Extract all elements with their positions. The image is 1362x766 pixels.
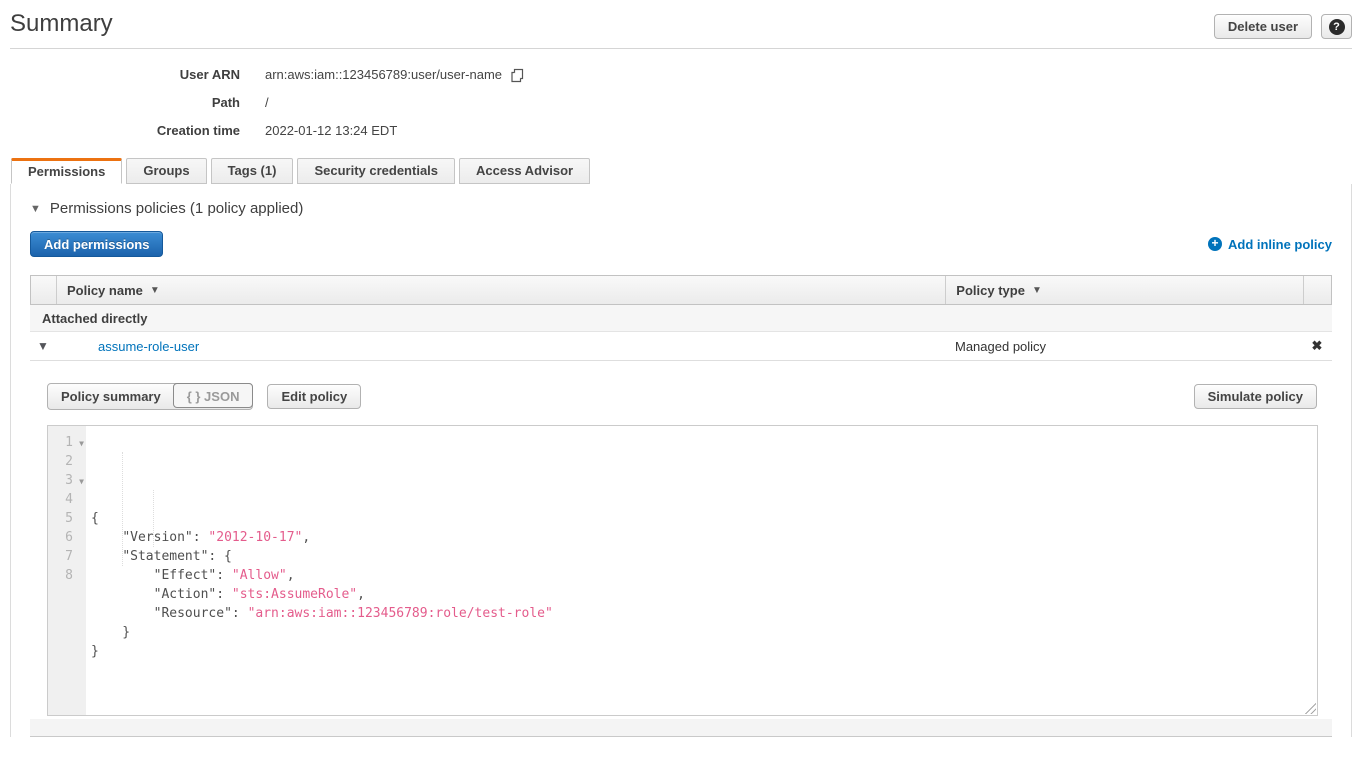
json-editor-gutter: 1▼23▼45678 [48, 426, 86, 715]
add-inline-policy-link[interactable]: + Add inline policy [1208, 237, 1332, 252]
code-line: } [91, 623, 1317, 642]
permissions-policies-title: Permissions policies (1 policy applied) [50, 200, 303, 217]
policies-table: Policy name ▼ Policy type ▼ Attached dir… [30, 275, 1332, 737]
policy-name-link[interactable]: assume-role-user [98, 339, 199, 354]
policy-view-switcher: Policy summary { } JSON Edit policy [47, 383, 361, 410]
line-number: 2 [48, 452, 86, 471]
policy-name-cell: assume-role-user [56, 339, 945, 354]
indent-guide [122, 452, 123, 566]
code-line: } [91, 642, 1317, 661]
x-icon: ✖ [1312, 338, 1323, 353]
path-value: / [265, 89, 269, 117]
plus-icon: + [1208, 237, 1222, 251]
creation-time-row: Creation time 2022-01-12 13:24 EDT [0, 117, 1362, 145]
line-number: 7 [48, 547, 86, 566]
edit-policy-button[interactable]: Edit policy [267, 384, 361, 409]
chevron-down-icon: ▼ [30, 203, 41, 215]
code-line: { [91, 509, 1317, 528]
code-line: "Version": "2012-10-17", [91, 528, 1317, 547]
table-row: ▼ assume-role-user Managed policy ✖ [30, 332, 1332, 361]
row-expander-button[interactable]: ▼ [30, 339, 56, 353]
copy-icon[interactable] [510, 68, 525, 83]
path-label: Path [0, 89, 240, 117]
path-row: Path / [0, 89, 1362, 117]
tab-groups[interactable]: Groups [126, 158, 206, 184]
code-line: "Statement": { [91, 547, 1317, 566]
attached-directly-group-row: Attached directly [30, 305, 1332, 332]
policy-type-column-header[interactable]: Policy type ▼ [945, 276, 1303, 304]
add-inline-policy-label: Add inline policy [1228, 237, 1332, 252]
json-editor-lines[interactable]: { "Version": "2012-10-17", "Statement": … [86, 426, 1317, 715]
code-line: "Resource": "arn:aws:iam::123456789:role… [91, 604, 1317, 623]
user-arn-value: arn:aws:iam::123456789:user/user-name [265, 61, 525, 89]
chevron-down-icon: ▼ [1032, 285, 1042, 296]
indent-guide [153, 490, 154, 547]
json-policy-editor[interactable]: 1▼23▼45678 { "Version": "2012-10-17", "S… [47, 425, 1318, 716]
policy-summary-button[interactable]: Policy summary [48, 384, 174, 409]
fold-chevron-icon[interactable]: ▼ [79, 472, 84, 491]
code-line: "Action": "sts:AssumeRole", [91, 585, 1317, 604]
line-number: 5 [48, 509, 86, 528]
chevron-down-icon: ▼ [37, 339, 49, 353]
policy-actions-row: Add permissions + Add inline policy [30, 231, 1332, 257]
header-divider [10, 48, 1352, 49]
line-number: 6 [48, 528, 86, 547]
header-actions: Delete user ? [1214, 14, 1352, 39]
policies-table-header: Policy name ▼ Policy type ▼ [30, 275, 1332, 305]
policy-name-header-label: Policy name [67, 283, 143, 298]
tab-tags-1[interactable]: Tags (1) [211, 158, 294, 184]
line-number: 8 [48, 566, 86, 585]
policy-name-column-header[interactable]: Policy name ▼ [57, 276, 945, 304]
policy-type-cell: Managed policy [945, 339, 1303, 354]
detach-policy-button[interactable]: ✖ [1303, 338, 1331, 354]
user-details: User ARN arn:aws:iam::123456789:user/use… [0, 61, 1362, 145]
add-permissions-button[interactable]: Add permissions [30, 231, 163, 257]
user-arn-text: arn:aws:iam::123456789:user/user-name [265, 61, 502, 89]
permissions-policies-section-toggle[interactable]: ▼ Permissions policies (1 policy applied… [30, 184, 1332, 217]
policy-detail-toolbar: Policy summary { } JSON Edit policy Simu… [47, 383, 1317, 410]
simulate-policy-button[interactable]: Simulate policy [1194, 384, 1317, 409]
group-row-label: Attached directly [42, 311, 147, 326]
json-view-button[interactable]: { } JSON [173, 383, 254, 408]
page-header: Summary Delete user ? [0, 0, 1362, 39]
tab-bar: PermissionsGroupsTags (1)Security creden… [0, 158, 1362, 184]
chevron-down-icon: ▼ [150, 285, 160, 296]
help-button[interactable]: ? [1321, 14, 1352, 39]
code-line: "Effect": "Allow", [91, 566, 1317, 585]
policy-type-header-label: Policy type [956, 283, 1025, 298]
fold-chevron-icon[interactable]: ▼ [79, 434, 84, 453]
delete-user-button[interactable]: Delete user [1214, 14, 1312, 39]
policy-view-segmented-control: Policy summary { } JSON [47, 383, 253, 410]
line-number: 3▼ [48, 471, 86, 490]
user-arn-row: User ARN arn:aws:iam::123456789:user/use… [0, 61, 1362, 89]
creation-time-value: 2022-01-12 13:24 EDT [265, 117, 397, 145]
tab-access-advisor[interactable]: Access Advisor [459, 158, 590, 184]
creation-time-label: Creation time [0, 117, 240, 145]
table-footer-bar [30, 719, 1332, 737]
expander-column-header [31, 276, 57, 304]
user-arn-label: User ARN [0, 61, 240, 89]
policy-detail-panel: Policy summary { } JSON Edit policy Simu… [30, 383, 1332, 716]
page-title: Summary [10, 10, 113, 38]
tab-security-credentials[interactable]: Security credentials [297, 158, 455, 184]
help-icon: ? [1329, 19, 1345, 35]
tab-permissions[interactable]: Permissions [11, 158, 122, 184]
line-number: 1▼ [48, 433, 86, 452]
permissions-tab-panel: ▼ Permissions policies (1 policy applied… [10, 184, 1352, 737]
line-number: 4 [48, 490, 86, 509]
actions-column-header [1303, 276, 1331, 304]
